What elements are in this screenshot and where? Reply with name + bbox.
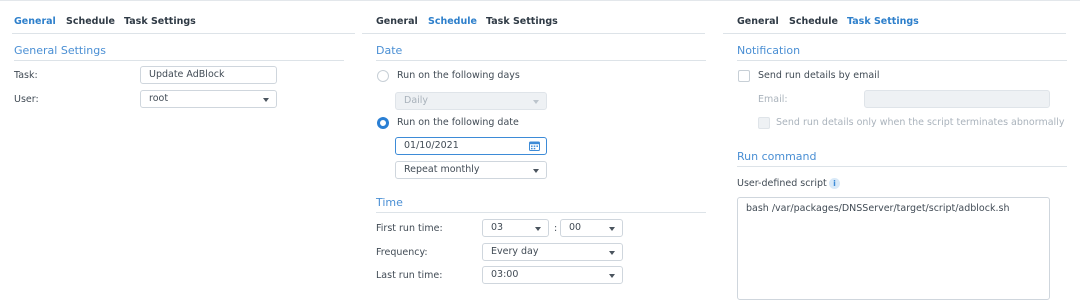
email-input[interactable] (864, 90, 1050, 108)
user-select[interactable]: root (140, 90, 277, 108)
send-email-label: Send run details by email (758, 70, 880, 81)
first-run-hour-value: 03 (491, 222, 504, 233)
days-select[interactable]: Daily (395, 92, 547, 110)
task-settings-panel: General Schedule Task Settings Notificat… (723, 0, 1080, 308)
section-divider (14, 60, 344, 61)
send-email-checkbox[interactable] (738, 70, 750, 82)
run-on-date-radio[interactable] (377, 117, 389, 129)
tab-task-settings[interactable]: Task Settings (847, 16, 919, 27)
tab-task-settings[interactable]: Task Settings (486, 16, 558, 27)
user-value: root (149, 93, 169, 104)
tab-general[interactable]: General (14, 16, 56, 27)
tab-schedule[interactable]: Schedule (428, 16, 477, 27)
section-divider (376, 60, 706, 61)
section-heading-general-settings: General Settings (14, 44, 106, 57)
task-name-value: Update AdBlock (149, 69, 225, 80)
tab-schedule[interactable]: Schedule (66, 16, 115, 27)
first-run-minute-value: 00 (569, 222, 582, 233)
abnormal-only-checkbox[interactable] (758, 117, 770, 129)
tab-divider (723, 33, 1066, 34)
last-run-time-label: Last run time: (376, 270, 443, 281)
frequency-label: Frequency: (376, 247, 428, 258)
run-on-date-label: Run on the following date (397, 117, 519, 128)
task-name-input[interactable]: Update AdBlock (140, 66, 277, 84)
script-value: bash /var/packages/DNSServer/target/scri… (746, 203, 1010, 214)
user-label: User: (14, 94, 39, 105)
calendar-icon[interactable] (529, 141, 540, 151)
chevron-down-icon (263, 98, 269, 102)
run-on-days-label: Run on the following days (397, 70, 520, 81)
section-heading-notification: Notification (737, 44, 801, 57)
chevron-down-icon (609, 227, 615, 231)
section-divider (737, 166, 1067, 167)
days-value: Daily (404, 95, 429, 106)
frequency-select[interactable]: Every day (482, 243, 623, 261)
chevron-down-icon (609, 274, 615, 278)
chevron-down-icon (609, 251, 615, 255)
section-heading-time: Time (376, 196, 403, 209)
tab-general[interactable]: General (737, 16, 779, 27)
last-run-time-value: 03:00 (491, 269, 519, 280)
section-heading-date: Date (376, 44, 403, 57)
frequency-value: Every day (491, 246, 539, 257)
info-icon[interactable]: i (829, 178, 840, 189)
tab-schedule[interactable]: Schedule (789, 16, 838, 27)
abnormal-only-label: Send run details only when the script te… (776, 117, 1065, 128)
section-divider (737, 60, 1067, 61)
script-textarea[interactable]: bash /var/packages/DNSServer/target/scri… (737, 197, 1050, 300)
user-defined-script-label: User-defined script (737, 178, 827, 189)
section-divider (376, 212, 706, 213)
task-label: Task: (14, 70, 38, 81)
tab-general[interactable]: General (376, 16, 418, 27)
tab-task-settings[interactable]: Task Settings (124, 16, 196, 27)
tab-divider (12, 33, 355, 34)
run-on-days-radio[interactable] (377, 70, 389, 82)
repeat-value: Repeat monthly (404, 164, 480, 175)
chevron-down-icon (533, 169, 539, 173)
date-input[interactable]: 01/10/2021 (395, 137, 547, 155)
first-run-hour-select[interactable]: 03 (482, 219, 549, 237)
repeat-select[interactable]: Repeat monthly (395, 161, 547, 179)
first-run-time-label: First run time: (376, 223, 443, 234)
email-label: Email: (758, 94, 788, 105)
chevron-down-icon (533, 100, 539, 104)
tab-divider (362, 33, 705, 34)
date-value: 01/10/2021 (404, 140, 459, 151)
time-separator: : (554, 223, 558, 234)
first-run-minute-select[interactable]: 00 (560, 219, 623, 237)
schedule-panel: General Schedule Task Settings Date Run … (362, 0, 717, 308)
last-run-time-select[interactable]: 03:00 (482, 266, 623, 284)
general-panel: General Schedule Task Settings General S… (0, 0, 355, 308)
section-heading-run-command: Run command (737, 150, 817, 163)
chevron-down-icon (535, 227, 541, 231)
